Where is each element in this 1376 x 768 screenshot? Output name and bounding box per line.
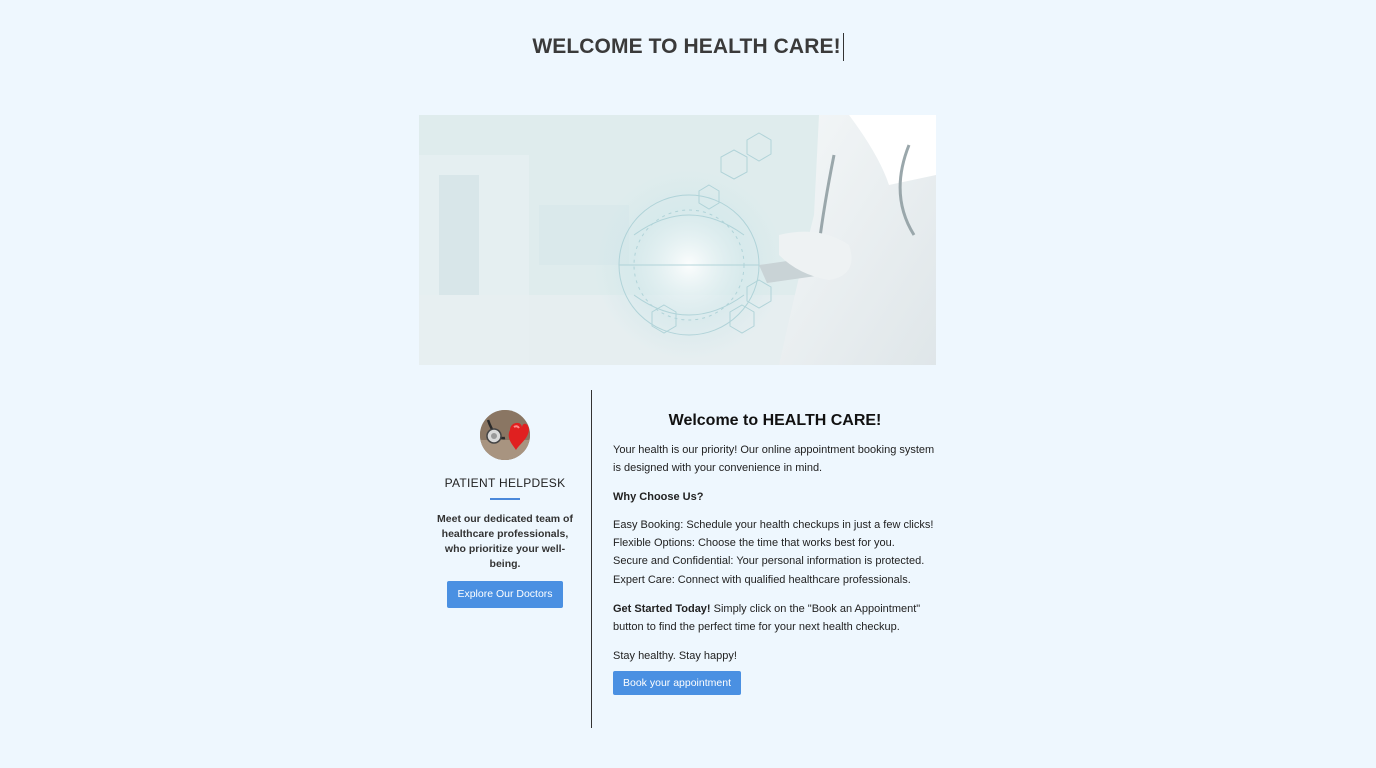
feature-item: Easy Booking: Schedule your health check… — [613, 518, 934, 531]
why-choose-heading: Why Choose Us? — [613, 490, 704, 503]
book-appointment-button[interactable]: Book your appointment — [613, 670, 741, 695]
get-started-text: Get Started Today! Simply click on the "… — [613, 600, 943, 637]
stethoscope-heart-icon — [480, 410, 530, 460]
explore-doctors-button[interactable]: Explore Our Doctors — [447, 581, 563, 608]
closing-text: Stay healthy. Stay happy! — [613, 649, 737, 662]
get-started-bold: Get Started Today! — [613, 603, 711, 616]
intro-text: Your health is our priority! Our online … — [613, 444, 935, 475]
hero-image — [419, 115, 936, 365]
feature-item: Flexible Options: Choose the time that w… — [613, 537, 895, 550]
feature-item: Expert Care: Connect with qualified heal… — [613, 573, 911, 586]
doctor-tablet-icon — [419, 115, 936, 365]
helpdesk-description: Meet our dedicated team of healthcare pr… — [437, 513, 573, 570]
helpdesk-heading: PATIENT HELPDESK — [444, 476, 566, 490]
feature-item: Secure and Confidential: Your personal i… — [613, 555, 925, 568]
features-list: Easy Booking: Schedule your health check… — [613, 516, 943, 589]
vertical-divider — [591, 390, 592, 728]
page-title-text: WELCOME TO HEALTH CARE! — [532, 33, 844, 61]
content-heading: Welcome to HEALTH CARE! — [668, 412, 882, 429]
welcome-content: Welcome to HEALTH CARE! Your health is o… — [613, 390, 943, 695]
heading-underline — [490, 498, 520, 500]
patient-helpdesk-panel: PATIENT HELPDESK Meet our dedicated team… — [419, 390, 591, 728]
page-title: WELCOME TO HEALTH CARE! — [0, 33, 1376, 61]
